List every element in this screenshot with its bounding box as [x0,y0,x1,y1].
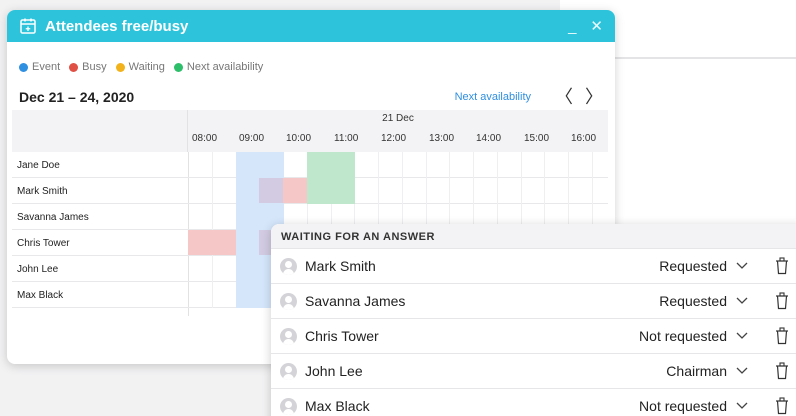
busy-block [259,178,283,203]
busy-dot-icon [69,62,79,72]
legend-item-busy: Busy [69,61,107,73]
waiting-row: Mark Smith Requested [271,249,796,284]
attendee-name: Chris Tower [17,238,70,249]
row-separator [188,256,189,281]
response-status-dropdown[interactable]: Requested [659,258,727,274]
row-separator [188,308,189,316]
chevron-down-icon[interactable] [735,258,749,272]
hour-label: 08:00 [192,133,218,144]
trash-icon[interactable] [775,327,789,345]
avatar-icon [280,398,297,415]
response-status-dropdown[interactable]: Not requested [639,398,727,414]
attendee-name: John Lee [17,264,59,275]
background-divider [610,57,796,59]
legend-label: Waiting [128,61,165,73]
response-status-dropdown[interactable]: Not requested [639,328,727,344]
legend-label: Event [32,61,61,73]
date-range: Dec 21 – 24, 2020 [19,89,135,105]
legend-label: Next availability [186,61,264,73]
hour-label: 09:00 [239,133,265,144]
calendar-icon [20,18,36,34]
hour-label: 15:00 [524,133,550,144]
chevron-down-icon[interactable] [735,398,749,412]
legend: Event Busy Waiting Next availability [7,61,615,73]
response-status-dropdown[interactable]: Chairman [666,363,727,379]
attendee-name: Chris Tower [305,328,379,344]
attendee-name: Savanna James [17,212,89,223]
row-separator [188,204,189,229]
avatar-icon [280,293,297,310]
trash-icon[interactable] [775,257,789,275]
next-availability-block [307,152,355,204]
trash-icon[interactable] [775,362,789,380]
legend-label: Busy [82,61,107,73]
response-status-dropdown[interactable]: Requested [659,293,727,309]
grid-header: 21 Dec 08:00 09:00 10:00 11:00 12:00 13:… [12,110,608,152]
legend-item-event: Event [19,61,60,73]
waiting-row: Chris Tower Not requested [271,319,796,354]
busy-block [283,178,307,203]
busy-block [188,230,236,255]
date-range-row: Dec 21 – 24, 2020 Next availability 〈 〉 [7,86,615,108]
attendee-name: John Lee [305,363,363,379]
attendee-column-header [12,110,188,152]
hour-label: 13:00 [429,133,455,144]
attendee-name: Mark Smith [305,258,376,274]
waiting-row: Savanna James Requested [271,284,796,319]
attendee-name: Max Black [305,398,370,414]
hour-label: 14:00 [476,133,502,144]
chevron-down-icon[interactable] [735,363,749,377]
attendee-name: Max Black [17,290,64,301]
close-button[interactable]: ✕ [590,19,603,34]
row-separator [188,178,189,203]
hour-label: 12:00 [381,133,407,144]
avatar-icon [280,328,297,345]
waiting-row: John Lee Chairman [271,354,796,389]
hour-labels: 08:00 09:00 10:00 11:00 12:00 13:00 14:0… [188,133,608,148]
minimize-button[interactable]: _ [568,19,576,34]
waiting-for-answer-panel: WAITING FOR AN ANSWER Mark Smith Requeste… [271,224,796,416]
attendee-name: Mark Smith [17,186,68,197]
chevron-down-icon[interactable] [735,293,749,307]
attendee-name: Savanna James [305,293,406,309]
previous-arrow-icon[interactable]: 〈 [555,88,573,106]
dialog-titlebar: Attendees free/busy _ ✕ [7,10,615,42]
waiting-dot-icon [115,62,125,72]
avatar-icon [280,258,297,275]
next-availability-dot-icon [173,62,183,72]
day-label: 21 Dec [382,113,414,124]
row-separator [188,152,189,177]
next-arrow-icon[interactable]: 〉 [585,88,603,106]
hour-label: 11:00 [334,133,359,144]
event-dot-icon [19,62,28,72]
next-availability-link[interactable]: Next availability [455,91,531,103]
legend-item-next-availability: Next availability [173,61,264,73]
avatar-icon [280,363,297,380]
trash-icon[interactable] [775,397,789,415]
legend-item-waiting: Waiting [115,61,165,73]
trash-icon[interactable] [775,292,789,310]
hour-label: 16:00 [571,133,597,144]
dialog-title: Attendees free/busy [45,17,189,35]
hour-label: 10:00 [286,133,312,144]
waiting-row: Max Black Not requested [271,389,796,416]
attendee-name: Jane Doe [17,160,60,171]
row-separator [188,282,189,307]
waiting-panel-title: WAITING FOR AN ANSWER [271,224,796,249]
chevron-down-icon[interactable] [735,328,749,342]
